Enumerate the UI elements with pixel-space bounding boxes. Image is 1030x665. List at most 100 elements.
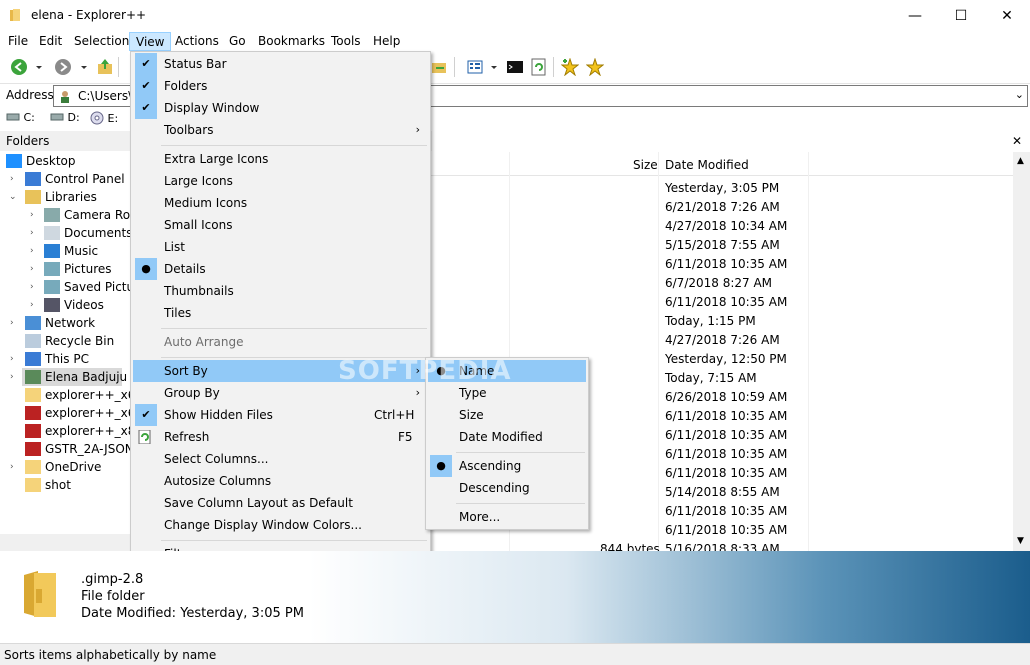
table-row[interactable]: 6/11/2018 10:35 AM xyxy=(665,502,787,521)
table-row[interactable]: 6/11/2018 10:35 AM xyxy=(665,464,787,483)
tree-node-explorer-x86[interactable]: explorer++_x86 xyxy=(25,422,130,440)
menu-view[interactable]: View xyxy=(129,32,172,51)
table-row[interactable]: Today, 1:15 PM xyxy=(665,312,756,331)
table-row[interactable]: 6/11/2018 10:35 AM xyxy=(665,521,787,540)
maximize-button[interactable]: ☐ xyxy=(938,0,984,32)
menu-actions[interactable]: Actions xyxy=(169,32,225,51)
views-dropdown-icon[interactable] xyxy=(489,58,499,76)
tree-node-libraries[interactable]: Libraries xyxy=(25,188,97,206)
menu-help[interactable]: Help xyxy=(367,32,406,51)
collapse-icon[interactable]: ⌄ xyxy=(9,192,17,202)
menu-edit[interactable]: Edit xyxy=(33,32,68,51)
menu-item-sort-date-modified[interactable]: Date Modified xyxy=(428,426,586,448)
drive-d[interactable]: D: xyxy=(50,111,80,124)
menu-item-small-icons[interactable]: Small Icons xyxy=(133,214,428,236)
expand-icon[interactable]: › xyxy=(30,228,34,238)
table-row[interactable]: 5/14/2018 8:55 AM xyxy=(665,483,780,502)
tree-node-saved-pictures[interactable]: Saved Pictur xyxy=(44,278,130,296)
menu-bookmarks[interactable]: Bookmarks xyxy=(252,32,331,51)
menu-item-toolbars[interactable]: Toolbars › xyxy=(133,119,428,141)
expand-icon[interactable]: › xyxy=(30,246,34,256)
bookmarks-icon[interactable] xyxy=(586,58,604,76)
menu-item-status-bar[interactable]: ✔ Status Bar xyxy=(133,53,428,75)
table-row[interactable]: 6/11/2018 10:35 AM xyxy=(665,255,787,274)
tree-node-network[interactable]: Network xyxy=(25,314,95,332)
tree-horizontal-scrollbar[interactable] xyxy=(0,534,130,551)
drive-c[interactable]: C: xyxy=(6,111,35,124)
table-row[interactable]: 6/21/2018 7:26 AM xyxy=(665,198,780,217)
menu-item-medium-icons[interactable]: Medium Icons xyxy=(133,192,428,214)
tree-node-onedrive[interactable]: OneDrive xyxy=(25,458,101,476)
menu-item-select-columns[interactable]: Select Columns... xyxy=(133,448,428,470)
menu-item-autosize-columns[interactable]: Autosize Columns xyxy=(133,470,428,492)
menu-item-descending[interactable]: Descending xyxy=(428,477,586,499)
views-icon[interactable] xyxy=(466,58,484,76)
tree-node-videos[interactable]: Videos xyxy=(44,296,104,314)
command-prompt-icon[interactable] xyxy=(506,58,524,76)
table-row[interactable]: 6/11/2018 10:35 AM xyxy=(665,426,787,445)
refresh-icon[interactable] xyxy=(530,58,548,76)
table-row[interactable]: 5/16/2018 8:33 AM xyxy=(665,540,780,551)
up-folder-icon[interactable] xyxy=(96,58,114,76)
tree-node-gstr[interactable]: GSTR_2A-JSON_ xyxy=(25,440,130,458)
menu-go[interactable]: Go xyxy=(223,32,252,51)
menu-item-details[interactable]: ● Details xyxy=(133,258,428,280)
tree-node-documents[interactable]: Documents xyxy=(44,224,130,242)
close-pane-icon[interactable]: ✕ xyxy=(1012,134,1022,148)
menu-item-sort-size[interactable]: Size xyxy=(428,404,586,426)
tree-node-explorer-x64-a[interactable]: explorer++_x64 xyxy=(25,386,130,404)
menu-item-extra-large-icons[interactable]: Extra Large Icons xyxy=(133,148,428,170)
menu-tools[interactable]: Tools xyxy=(325,32,367,51)
table-row[interactable]: 6/11/2018 10:35 AM xyxy=(665,407,787,426)
tree-node-desktop[interactable]: Desktop xyxy=(6,152,76,170)
tree-node-camera-roll[interactable]: Camera Roll xyxy=(44,206,130,224)
table-row[interactable]: 6/11/2018 10:35 AM xyxy=(665,445,787,464)
expand-icon[interactable]: › xyxy=(10,354,14,364)
column-date-modified[interactable]: Date Modified xyxy=(665,158,749,172)
menu-item-folders[interactable]: ✔ Folders xyxy=(133,75,428,97)
menu-selection[interactable]: Selection xyxy=(68,32,135,51)
menu-item-save-column-layout[interactable]: Save Column Layout as Default xyxy=(133,492,428,514)
chevron-down-icon[interactable]: ⌄ xyxy=(1015,88,1024,101)
tree-node-explorer-x64-b[interactable]: explorer++_x64 xyxy=(25,404,130,422)
menu-item-refresh[interactable]: Refresh F5 xyxy=(133,426,428,448)
tree-node-this-pc[interactable]: This PC xyxy=(25,350,89,368)
menu-item-sort-more[interactable]: More... xyxy=(428,506,586,528)
menu-item-show-hidden-files[interactable]: ✔ Show Hidden Files Ctrl+H xyxy=(133,404,428,426)
scroll-up-icon[interactable]: ▲ xyxy=(1017,156,1024,166)
tree-node-control-panel[interactable]: Control Panel xyxy=(25,170,125,188)
table-row[interactable]: Yesterday, 12:50 PM xyxy=(665,350,787,369)
table-row[interactable]: 6/7/2018 8:27 AM xyxy=(665,274,772,293)
bookmark-add-icon[interactable] xyxy=(561,58,579,76)
expand-icon[interactable]: › xyxy=(30,210,34,220)
forward-dropdown-icon[interactable] xyxy=(79,58,89,76)
expand-icon[interactable]: › xyxy=(30,282,34,292)
table-row[interactable]: 4/27/2018 10:34 AM xyxy=(665,217,787,236)
close-button[interactable]: ✕ xyxy=(984,0,1030,32)
expand-icon[interactable]: › xyxy=(30,264,34,274)
expand-icon[interactable]: › xyxy=(10,318,14,328)
forward-icon[interactable] xyxy=(54,58,72,76)
menu-file[interactable]: File xyxy=(2,32,34,51)
expand-icon[interactable]: › xyxy=(10,462,14,472)
expand-icon[interactable]: › xyxy=(10,174,14,184)
tree-node-recycle-bin[interactable]: Recycle Bin xyxy=(25,332,114,350)
table-row[interactable]: Yesterday, 3:05 PM xyxy=(665,179,779,198)
table-row[interactable]: 5/15/2018 7:55 AM xyxy=(665,236,780,255)
back-dropdown-icon[interactable] xyxy=(34,58,44,76)
table-row[interactable]: Today, 7:15 AM xyxy=(665,369,757,388)
tree-node-shot[interactable]: shot xyxy=(25,476,71,494)
tree-node-music[interactable]: Music xyxy=(44,242,98,260)
menu-item-ascending[interactable]: ● Ascending xyxy=(428,455,586,477)
minimize-button[interactable]: — xyxy=(892,0,938,32)
column-size[interactable]: Size xyxy=(633,158,658,172)
menu-item-list[interactable]: List xyxy=(133,236,428,258)
move-to-icon[interactable] xyxy=(430,58,448,76)
back-icon[interactable] xyxy=(10,58,28,76)
menu-item-tiles[interactable]: Tiles xyxy=(133,302,428,324)
tree-node-elena-badjuju[interactable]: Elena Badjuju xyxy=(22,368,127,386)
menu-item-change-display-colors[interactable]: Change Display Window Colors... xyxy=(133,514,428,536)
menu-item-thumbnails[interactable]: Thumbnails xyxy=(133,280,428,302)
scroll-down-icon[interactable]: ▼ xyxy=(1017,536,1024,546)
expand-icon[interactable]: › xyxy=(30,300,34,310)
